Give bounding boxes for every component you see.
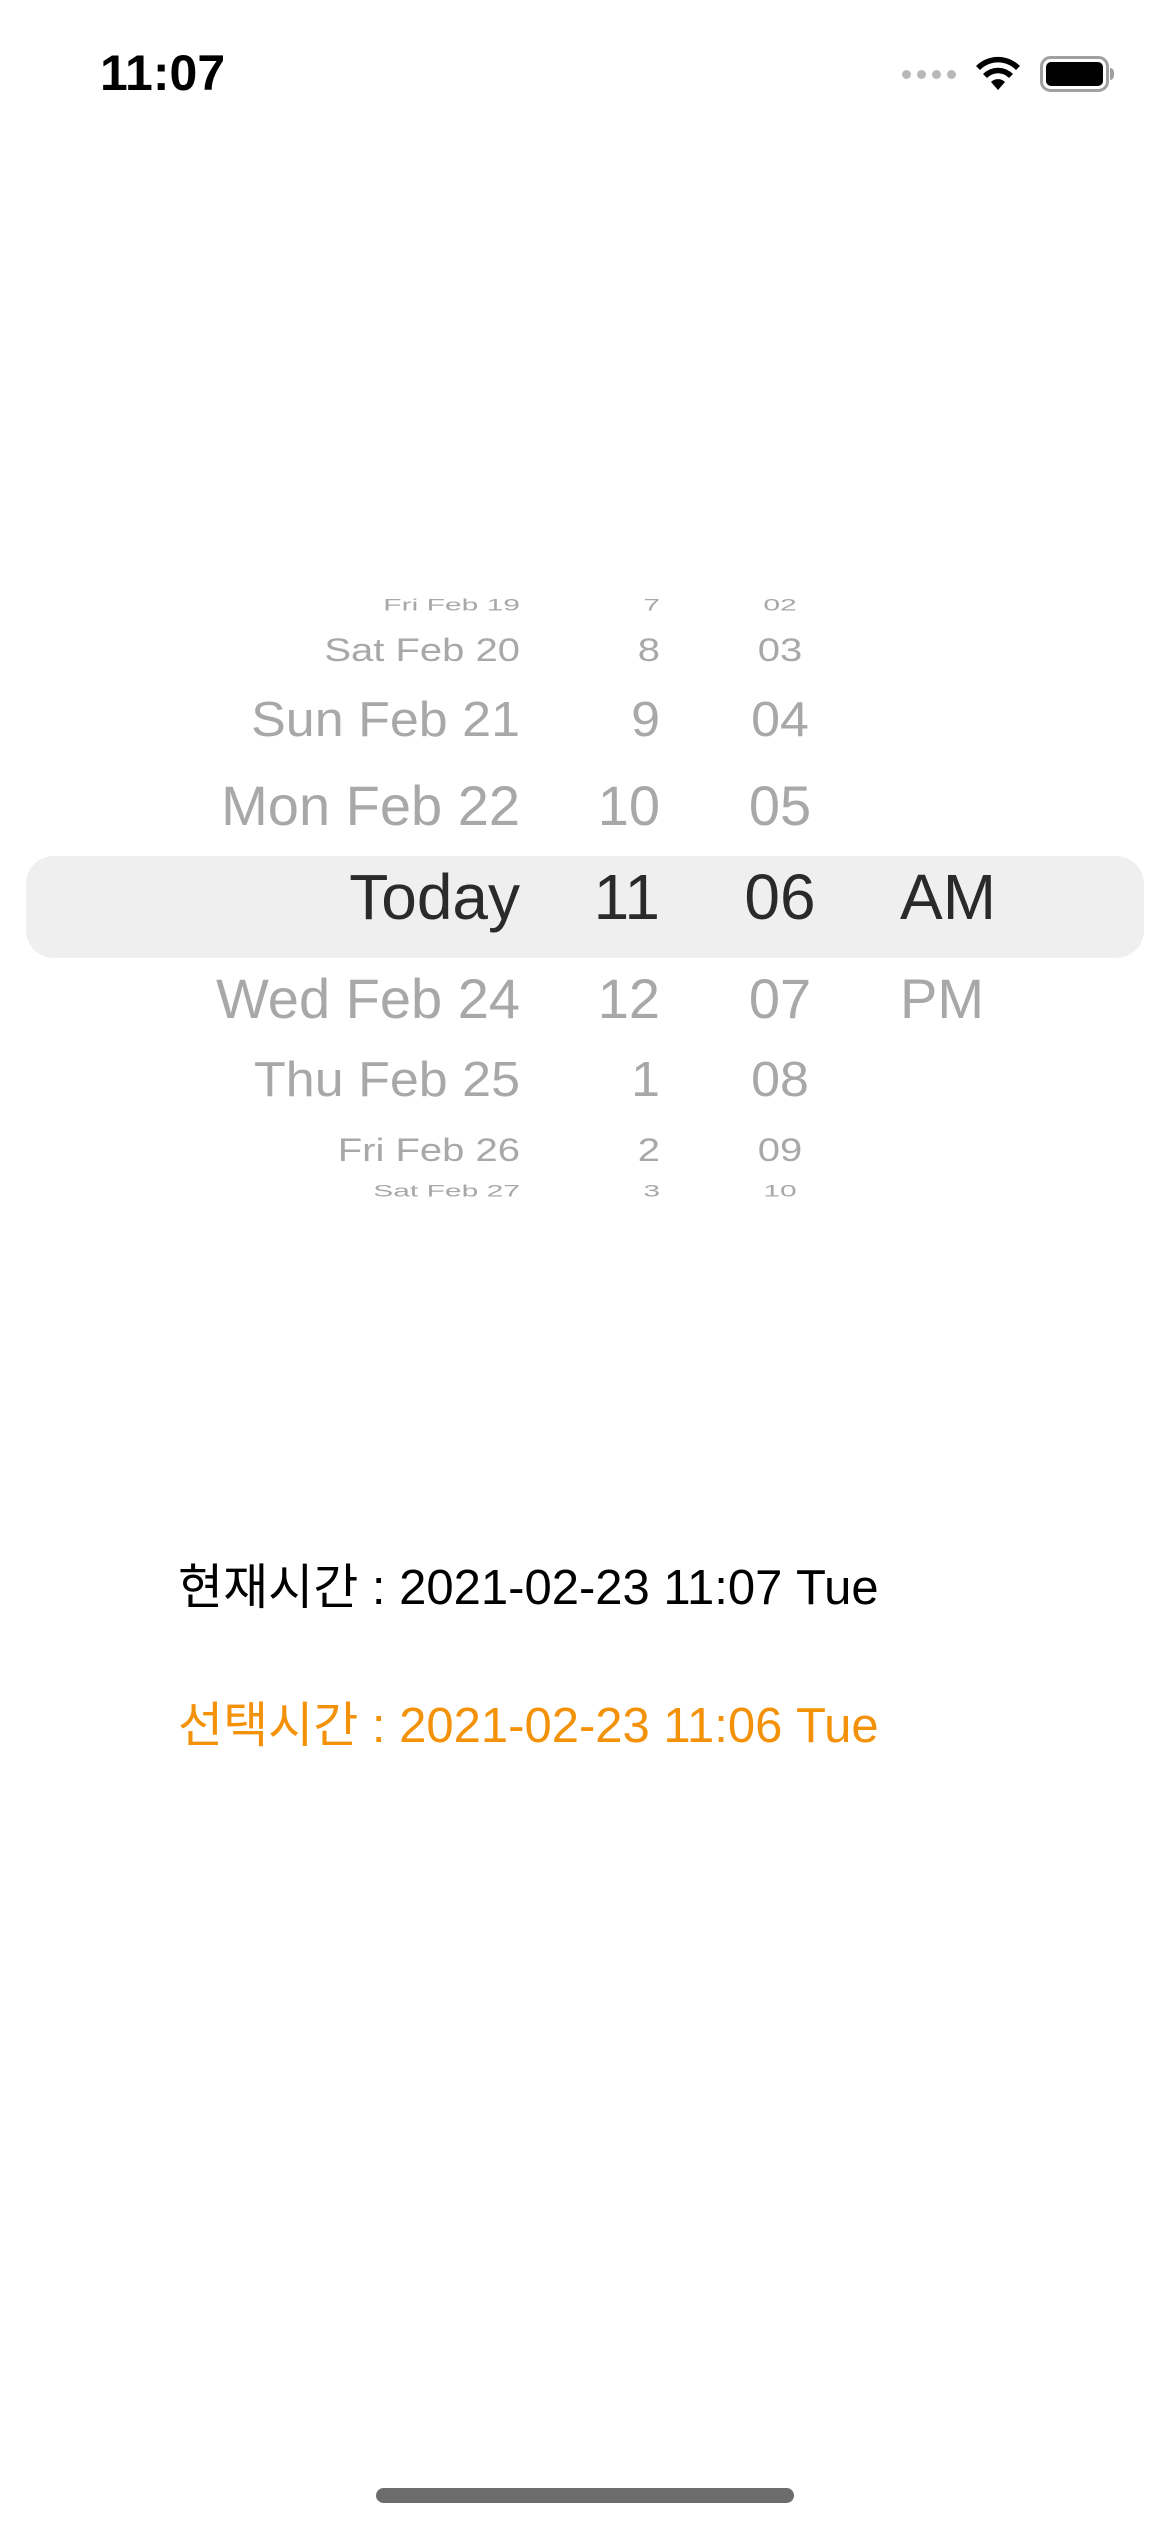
picker-date[interactable]: Fri Feb 26 [338,1132,520,1169]
picker-row[interactable]: Fri Feb 26 2 09 [0,1132,1170,1171]
home-indicator[interactable] [376,2488,794,2503]
picker-hour[interactable]: 8 [560,632,660,669]
picker-row[interactable]: Wed Feb 24 12 07 PM [0,966,1170,1033]
picker-row[interactable]: Thu Feb 25 1 08 [0,1052,1170,1111]
picker-date[interactable]: Sun Feb 21 [251,692,520,749]
battery-icon [1040,56,1114,92]
picker-date[interactable]: Fri Feb 19 [383,596,520,615]
picker-hour[interactable]: 12 [560,966,660,1031]
picker-date[interactable]: Wed Feb 24 [216,966,520,1031]
date-time-picker[interactable]: Fri Feb 19 7 02 Sat Feb 20 8 03 Sun Feb 21 9 04 M… [0,590,1170,1220]
picker-minute[interactable]: 06 [720,860,840,934]
picker-minute[interactable]: 03 [720,632,840,669]
picker-hour[interactable]: 1 [560,1052,660,1109]
picker-hour[interactable]: 10 [560,773,660,838]
wifi-icon [976,56,1020,90]
screen: 11:07 Fri Feb 19 7 02 Sat Feb 20 8 03 Sun Feb … [0,0,1170,2532]
picker-date[interactable]: Sat Feb 27 [373,1182,520,1201]
picker-row[interactable]: Fri Feb 19 7 02 [0,596,1170,616]
picker-hour[interactable]: 2 [560,1132,660,1169]
picker-hour[interactable]: 9 [560,692,660,749]
picker-date[interactable]: Today [349,860,520,934]
cellular-signal-icon [902,69,956,79]
status-icons [902,52,1116,96]
picker-ampm[interactable]: AM [900,860,1010,934]
picker-date[interactable]: Thu Feb 25 [254,1052,520,1109]
picker-row[interactable]: Sun Feb 21 9 04 [0,692,1170,751]
picker-minute[interactable]: 08 [720,1052,840,1109]
picker-minute[interactable]: 07 [720,966,840,1031]
picker-row[interactable]: Sat Feb 27 3 10 [0,1182,1170,1202]
picker-minute[interactable]: 10 [720,1182,840,1201]
picker-hour[interactable]: 7 [560,596,660,615]
picker-row-selected[interactable]: Today 11 06 AM [0,860,1170,937]
picker-minute[interactable]: 05 [720,773,840,838]
picker-date[interactable]: Mon Feb 22 [221,773,520,838]
picker-row[interactable]: Sat Feb 20 8 03 [0,632,1170,671]
picker-minute[interactable]: 04 [720,692,840,749]
picker-minute[interactable]: 09 [720,1132,840,1169]
selected-time-label: 선택시간 : 2021-02-23 11:06 Tue [178,1699,879,1753]
picker-minute[interactable]: 02 [720,596,840,615]
status-time: 11:07 [100,45,226,101]
picker-hour[interactable]: 11 [560,860,660,934]
picker-ampm[interactable]: PM [900,966,1010,1031]
picker-row[interactable]: Mon Feb 22 10 05 [0,773,1170,840]
picker-date[interactable]: Sat Feb 20 [324,632,520,669]
picker-hour[interactable]: 3 [560,1182,660,1201]
current-time-label: 현재시간 : 2021-02-23 11:07 Tue [178,1561,879,1615]
